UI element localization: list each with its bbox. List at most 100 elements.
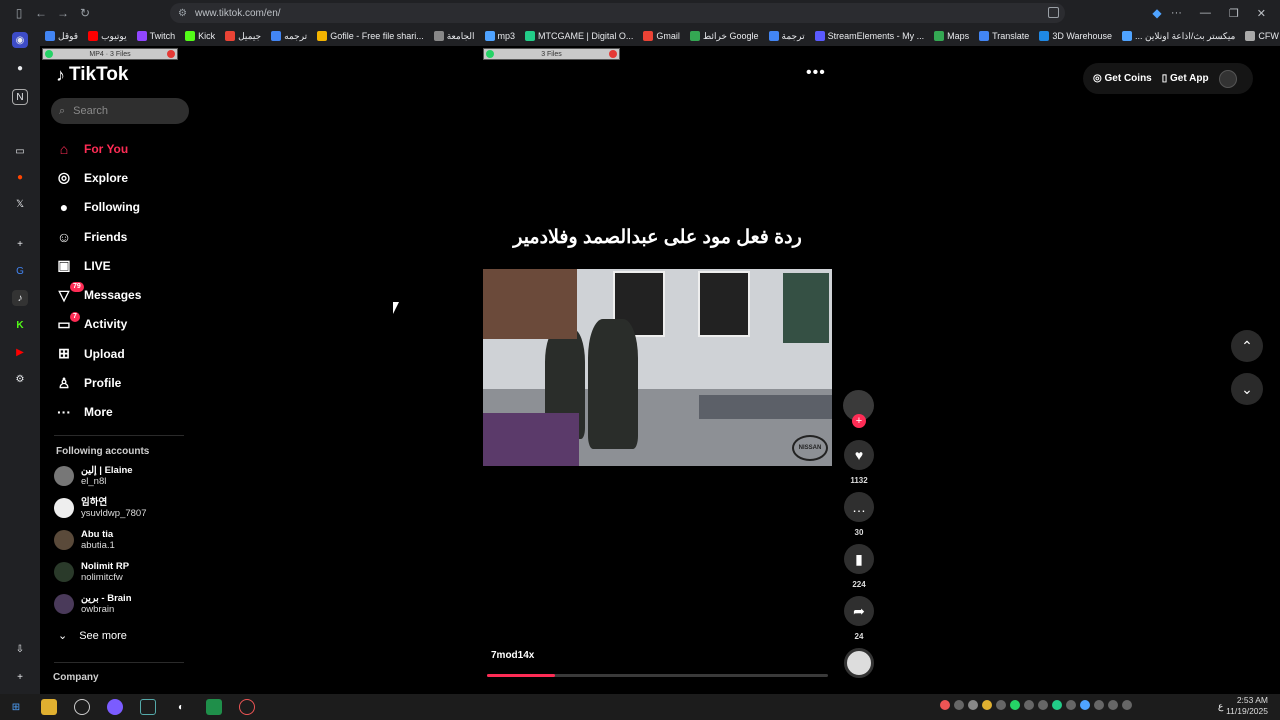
add-icon[interactable]: + (12, 236, 28, 252)
google-icon[interactable]: G (12, 263, 28, 279)
nav-item-friends[interactable]: ☺ Friends (52, 222, 200, 251)
github-icon[interactable]: ● (12, 60, 28, 76)
nav-item-profile[interactable]: ♙ Profile (52, 368, 200, 397)
get-app-button[interactable]: ▯ Get App (1162, 73, 1209, 84)
see-more-button[interactable]: ⌄ See more (58, 629, 127, 643)
bookmark-item[interactable]: Gmail (638, 31, 685, 41)
menu-icon[interactable]: ··· (1171, 7, 1182, 19)
following-account[interactable]: Abu tia abutia.1 (54, 526, 194, 554)
bookmark-favicon-icon (433, 31, 444, 41)
previous-video-button[interactable]: ⌃ (1231, 330, 1263, 362)
following-account[interactable]: Nolimit RP nolimitcfw (54, 558, 194, 586)
site-info-icon[interactable]: ⚙ (178, 8, 187, 19)
bookmark-item[interactable]: CFW (1240, 31, 1280, 41)
bookmark-item[interactable]: Translate (974, 31, 1034, 41)
tiktok-app-icon[interactable]: ♪ (12, 290, 28, 306)
following-account[interactable]: إلين | Elaine el_n8l (54, 462, 194, 490)
app-icon[interactable] (140, 699, 156, 715)
x-twitter-icon[interactable]: 𝕏 (12, 196, 28, 212)
following-account[interactable]: برين - Brain owbrain (54, 590, 194, 618)
kick-icon[interactable]: K (12, 317, 28, 333)
notion-icon[interactable]: N (12, 89, 28, 105)
chip-close-icon[interactable] (609, 50, 617, 58)
bookmark-item[interactable]: StreamElements - My ... (810, 31, 930, 41)
clock[interactable]: 2:53 AM 11/19/2025 (1226, 695, 1268, 717)
bookmark-item[interactable]: ترجمة (764, 31, 810, 42)
nav-item-for-you[interactable]: ⌂ For You (52, 134, 200, 163)
bookmark-item[interactable]: خرائط Google (685, 31, 764, 42)
whatsapp-transfer-chip-2[interactable]: 3 Files (483, 48, 620, 60)
folder-icon[interactable]: ▭ (12, 143, 28, 159)
sidebar-toggle-icon[interactable]: ▯ (8, 2, 30, 24)
video-author[interactable]: 7mod14x (491, 650, 534, 661)
bookmark-favicon-icon (689, 31, 700, 41)
file-explorer-icon[interactable] (41, 699, 57, 715)
close-icon[interactable]: ✕ (1257, 7, 1266, 20)
account-name: Nolimit RP (81, 561, 130, 572)
bookmark-item[interactable]: الجامعة (429, 31, 480, 42)
bookmark-item[interactable]: Maps (929, 31, 974, 41)
bookmark-label: ترجمة (781, 30, 805, 41)
bookmark-item[interactable]: MTCGAME | Digital O... (520, 31, 638, 41)
reload-icon[interactable]: ↻ (74, 2, 96, 24)
youtube-icon[interactable]: ▶ (12, 344, 28, 360)
bookmark-item[interactable]: ترجمه (266, 31, 312, 42)
address-bar[interactable]: ⚙ www.tiktok.com/en/ (170, 3, 1065, 23)
nav-item-following[interactable]: ● Following (52, 193, 200, 222)
nav-item-upload[interactable]: ⊞ Upload (52, 339, 200, 368)
bookmark-label: MTCGAME | Digital O... (538, 31, 634, 41)
next-video-button[interactable]: ⌄ (1231, 373, 1263, 405)
bookmark-item[interactable]: ... ميكستر بث/اذاعة اونلاين (1117, 31, 1240, 42)
back-icon[interactable]: ← (30, 2, 52, 24)
forward-icon[interactable]: → (52, 2, 74, 24)
nav-item-more[interactable]: ··· More (52, 398, 200, 427)
user-avatar[interactable] (1218, 69, 1237, 88)
bookmark-item[interactable]: mp3 (480, 31, 521, 41)
discord-app-icon[interactable]: ◉ (12, 32, 28, 48)
following-account[interactable]: 임하연 ysuvldwp_7807 (54, 494, 194, 522)
bookmark-item[interactable]: قوقل (40, 31, 83, 42)
input-language[interactable]: ع (1218, 701, 1223, 712)
more-options-icon[interactable]: ••• (806, 64, 826, 82)
nav-item-messages[interactable]: ▽ 79 Messages (52, 280, 200, 309)
search-input[interactable]: ⌕ Search (51, 98, 189, 124)
minimize-icon[interactable]: — (1200, 7, 1211, 19)
save-button[interactable]: ▮ (844, 544, 874, 574)
app-icon-3[interactable] (239, 699, 255, 715)
settings-icon[interactable]: ⚙ (12, 371, 28, 387)
bookmark-item[interactable]: 3D Warehouse (1034, 31, 1117, 41)
company-link[interactable]: Company (53, 672, 99, 683)
chrome-icon[interactable] (107, 699, 123, 715)
follow-plus-icon[interactable]: + (852, 414, 866, 428)
get-coins-button[interactable]: ◎ Get Coins (1093, 73, 1152, 84)
tab-search-icon[interactable] (1048, 7, 1059, 18)
tiktok-logo[interactable]: ♪ TikTok (56, 64, 128, 86)
nav-item-explore[interactable]: ◎ Explore (52, 163, 200, 192)
music-disc-icon[interactable] (844, 648, 874, 678)
comment-button[interactable]: … (844, 492, 874, 522)
notification-badge: 79 (70, 282, 84, 293)
bookmark-item[interactable]: جيميل (220, 31, 266, 42)
store-icon[interactable] (206, 699, 222, 715)
bookmark-item[interactable]: يوتيوب (83, 31, 132, 42)
video-progress-bar[interactable] (487, 674, 828, 677)
bookmark-item[interactable]: Gofile - Free file shari... (312, 31, 429, 41)
share-button[interactable]: ➦ (844, 596, 874, 626)
app-icon-2[interactable]: ◐ (173, 699, 189, 715)
nav-item-live[interactable]: ▣ LIVE (52, 251, 200, 280)
windows-taskbar: ⊞ ◐ ع 2:53 AM 11/19/2025 (0, 694, 1280, 720)
restore-icon[interactable]: ❐ (1229, 7, 1239, 20)
download-icon[interactable]: ⇩ (12, 641, 28, 657)
system-tray[interactable] (940, 700, 1132, 710)
video-player[interactable]: NISSAN (483, 269, 832, 466)
bookmark-item[interactable]: Kick (180, 31, 220, 41)
bookmark-label: Maps (947, 31, 970, 41)
extension-icon[interactable]: ◆ (1146, 2, 1168, 24)
obs-icon[interactable] (74, 699, 90, 715)
like-button[interactable]: ♥ (844, 440, 874, 470)
reddit-icon[interactable]: ● (12, 169, 28, 185)
windows-start-icon[interactable]: ⊞ (8, 699, 24, 715)
add-panel-icon[interactable]: + (12, 669, 28, 685)
nav-item-activity[interactable]: ▭ 7 Activity (52, 310, 200, 339)
bookmark-item[interactable]: Twitch (132, 31, 181, 41)
